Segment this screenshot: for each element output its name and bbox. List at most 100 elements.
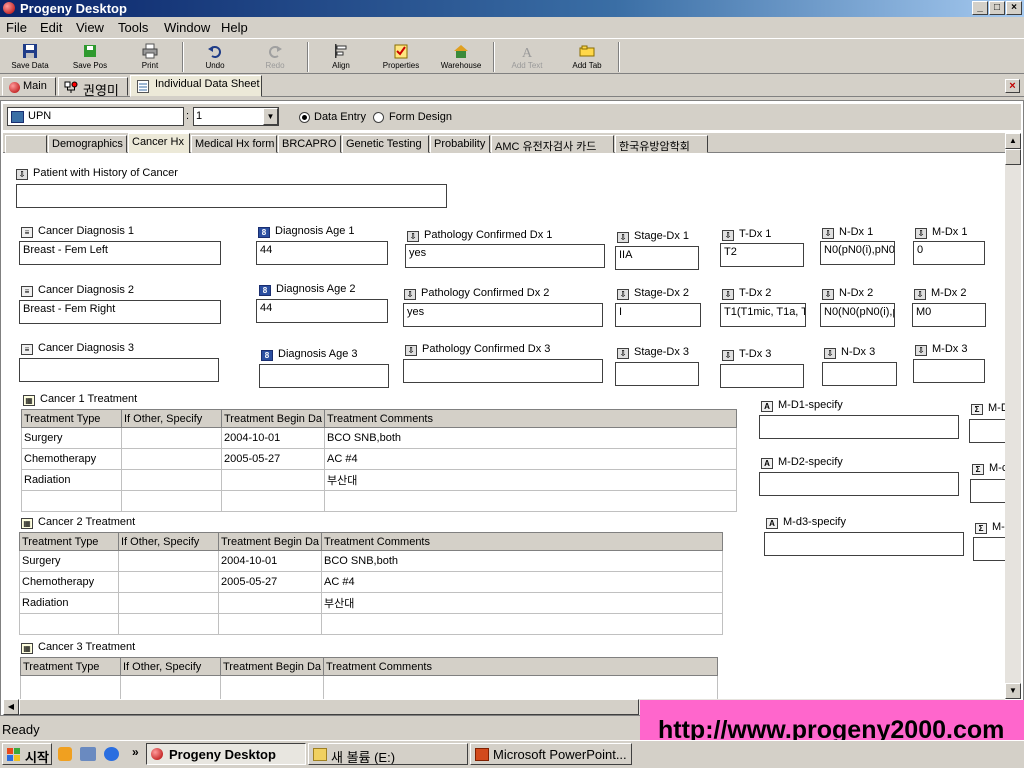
table-cell[interactable]: AC #4: [324, 448, 737, 470]
column-header[interactable]: Treatment Type: [19, 532, 119, 551]
column-header[interactable]: Treatment Begin Da: [219, 657, 325, 676]
scroll-thumb[interactable]: [19, 699, 639, 715]
upn-value-select[interactable]: 1 ▼: [193, 107, 279, 126]
tab-demographics[interactable]: Demographics: [48, 135, 127, 153]
table-cell[interactable]: [220, 469, 326, 491]
m-d3-specify-input[interactable]: [764, 532, 964, 556]
form-design-radio[interactable]: [373, 112, 384, 123]
task-progeny-desktop[interactable]: Progeny Desktop: [146, 743, 306, 765]
stage-dx-1-input[interactable]: IIA: [615, 246, 699, 270]
m-dx-1-input[interactable]: 0: [913, 241, 985, 265]
menu-edit[interactable]: Edit: [40, 20, 62, 35]
table-cell[interactable]: Radiation: [19, 592, 119, 614]
vertical-scrollbar[interactable]: ▲ ▼: [1005, 133, 1021, 699]
table-cell[interactable]: Surgery: [19, 550, 119, 572]
diagnosis-age-1-input[interactable]: 44: [256, 241, 388, 265]
cancer-diagnosis-1-input[interactable]: Breast - Fem Left: [19, 241, 221, 265]
m-d3-side-input[interactable]: [973, 537, 1005, 561]
table-cell[interactable]: 부산대: [324, 469, 737, 491]
redo-button[interactable]: Redo: [247, 41, 303, 73]
align-button[interactable]: Align: [313, 41, 369, 73]
n-dx-3-input[interactable]: [822, 362, 897, 386]
t-dx-3-input[interactable]: [720, 364, 804, 388]
undo-button[interactable]: Undo: [187, 41, 243, 73]
t-dx-2-input[interactable]: T1(T1mic, T1a, T: [720, 303, 806, 327]
chevron-down-icon[interactable]: ▼: [263, 108, 278, 125]
task-volume-e[interactable]: 새 볼륨 (E:): [308, 743, 468, 765]
diagnosis-age-3-input[interactable]: [259, 364, 389, 388]
table-cell[interactable]: Chemotherapy: [21, 448, 122, 470]
add-text-button[interactable]: A Add Text: [499, 41, 555, 73]
cancer-diagnosis-3-input[interactable]: [19, 358, 219, 382]
table-cell[interactable]: 2005-05-27: [217, 571, 323, 593]
table-cell[interactable]: [121, 448, 222, 470]
scroll-thumb[interactable]: [1005, 149, 1021, 165]
quicklaunch-icon[interactable]: [80, 747, 96, 761]
tab-cancer-hx[interactable]: Cancer Hx: [128, 133, 190, 154]
tab-kbcs[interactable]: 한국유방암학회: [615, 135, 708, 153]
tab-individual-data-sheet[interactable]: Individual Data Sheet: [130, 75, 262, 97]
column-header[interactable]: Treatment Type: [21, 409, 122, 428]
table-cell[interactable]: BCO SNB,both: [324, 427, 737, 449]
tab-main[interactable]: Main: [2, 77, 56, 96]
chevron-right-icon[interactable]: »: [132, 745, 139, 759]
table-cell[interactable]: 2005-05-27: [220, 448, 326, 470]
save-data-button[interactable]: Save Data: [2, 41, 58, 73]
column-header[interactable]: Treatment Comments: [321, 532, 723, 551]
table-cell[interactable]: [121, 469, 222, 491]
browser-icon[interactable]: [104, 747, 119, 761]
column-header[interactable]: If Other, Specify: [121, 409, 222, 428]
save-pos-button[interactable]: Save Pos: [62, 41, 118, 73]
add-tab-button[interactable]: Add Tab: [559, 41, 615, 73]
stage-dx-2-input[interactable]: I: [615, 303, 701, 327]
pathology-confirmed-dx-1-input[interactable]: yes: [405, 244, 605, 268]
n-dx-1-input[interactable]: N0(pN0(i),pN0(: [820, 241, 895, 265]
m-dx-3-input[interactable]: [913, 359, 985, 383]
tab-genetic-testing[interactable]: Genetic Testing: [342, 135, 429, 153]
tab-amc-card[interactable]: AMC 유전자검사 카드: [491, 135, 614, 153]
menu-window[interactable]: Window: [164, 20, 210, 35]
patient-history-input[interactable]: [16, 184, 447, 208]
m-d1-specify-input[interactable]: [759, 415, 959, 439]
table-cell[interactable]: Radiation: [21, 469, 122, 491]
column-header[interactable]: If Other, Specify: [120, 657, 221, 676]
m-dx-2-input[interactable]: M0: [912, 303, 986, 327]
column-header[interactable]: Treatment Type: [20, 657, 121, 676]
menu-file[interactable]: File: [6, 20, 27, 35]
column-header[interactable]: If Other, Specify: [118, 532, 219, 551]
print-button[interactable]: Print: [122, 41, 178, 73]
table-cell[interactable]: 2004-10-01: [220, 427, 326, 449]
menu-view[interactable]: View: [76, 20, 104, 35]
tab-patient[interactable]: 권영미: [58, 77, 128, 98]
table-cell[interactable]: [118, 550, 219, 572]
quicklaunch-icon[interactable]: [58, 747, 72, 761]
tab-brcapro[interactable]: BRCAPRO: [278, 135, 341, 153]
start-button[interactable]: 시작: [2, 743, 52, 765]
pathology-confirmed-dx-2-input[interactable]: yes: [403, 303, 603, 327]
table-cell[interactable]: 2004-10-01: [217, 550, 323, 572]
table-cell[interactable]: [121, 427, 222, 449]
close-button[interactable]: ×: [1006, 1, 1022, 15]
scroll-up-icon[interactable]: ▲: [1005, 133, 1021, 149]
cancer-diagnosis-2-input[interactable]: Breast - Fem Right: [19, 300, 221, 324]
table-cell[interactable]: [118, 592, 219, 614]
maximize-button[interactable]: □: [989, 1, 1005, 15]
minimize-button[interactable]: _: [972, 1, 988, 15]
menu-help[interactable]: Help: [221, 20, 248, 35]
table-cell[interactable]: BCO SNB,both: [321, 550, 723, 572]
scroll-left-icon[interactable]: ◀: [3, 699, 19, 715]
upn-field-select[interactable]: UPN: [7, 107, 184, 126]
column-header[interactable]: Treatment Begin Da: [220, 409, 326, 428]
m-d2-specify-input[interactable]: [759, 472, 959, 496]
n-dx-2-input[interactable]: N0(N0(pN0(i),p: [820, 303, 895, 327]
m-d1-side-input[interactable]: [969, 419, 1005, 443]
cancer-1-treatment-table[interactable]: Treatment Type If Other, Specify Treatme…: [21, 409, 737, 512]
scroll-down-icon[interactable]: ▼: [1005, 683, 1021, 699]
table-cell[interactable]: 부산대: [321, 592, 723, 614]
task-powerpoint[interactable]: Microsoft PowerPoint...: [470, 743, 632, 765]
table-cell[interactable]: [118, 571, 219, 593]
properties-button[interactable]: Properties: [373, 41, 429, 73]
tab-probability[interactable]: Probability: [430, 135, 490, 153]
tab-medical-hx-form[interactable]: Medical Hx form: [191, 135, 277, 153]
close-tab-icon[interactable]: ×: [1005, 79, 1020, 93]
